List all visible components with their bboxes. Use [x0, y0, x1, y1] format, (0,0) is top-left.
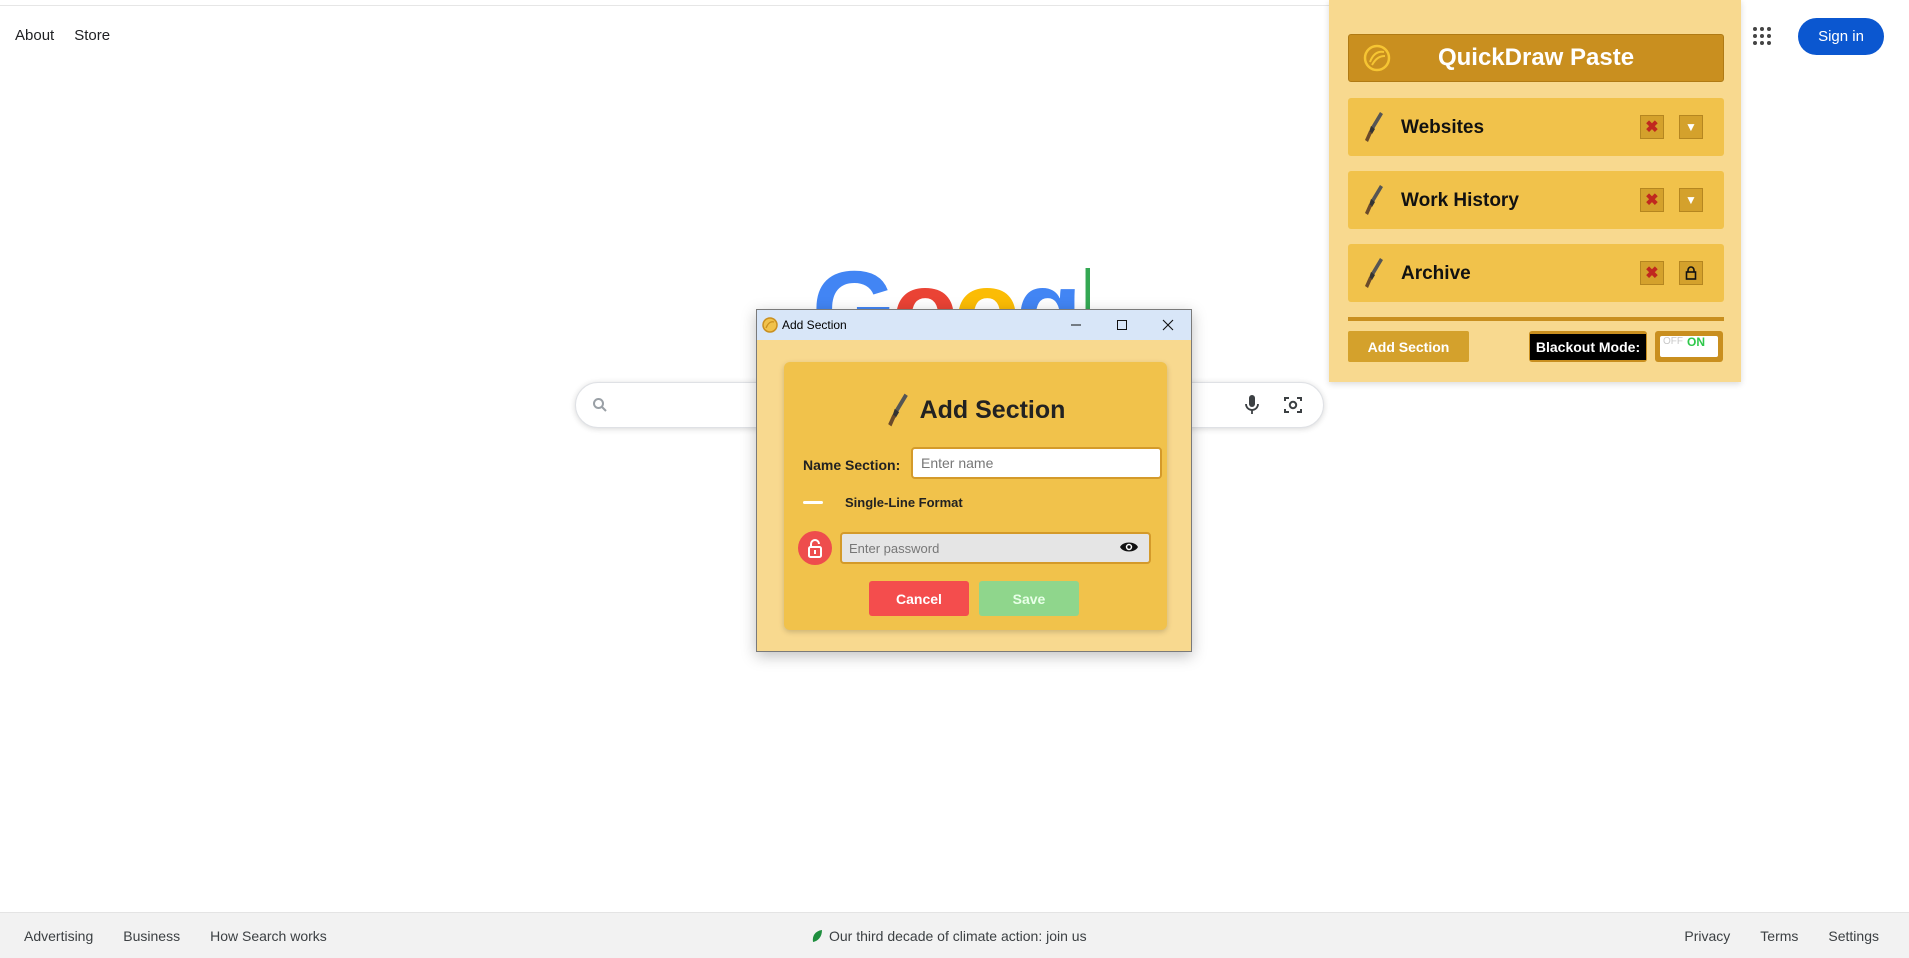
- privacy-link[interactable]: Privacy: [1684, 928, 1730, 944]
- quickdraw-title: QuickDraw Paste: [1437, 44, 1635, 71]
- delete-section-button[interactable]: ✖: [1640, 115, 1664, 139]
- cancel-button[interactable]: Cancel: [869, 581, 969, 616]
- name-section-label: Name Section:: [803, 457, 901, 473]
- maximize-button[interactable]: [1099, 310, 1144, 340]
- password-field[interactable]: [840, 532, 1151, 564]
- section-label: Websites: [1401, 117, 1485, 138]
- close-button[interactable]: [1145, 310, 1190, 340]
- top-divider: [0, 5, 1330, 6]
- eye-icon[interactable]: [1119, 540, 1139, 554]
- password-input[interactable]: [842, 534, 1116, 562]
- quickdraw-header: QuickDraw Paste: [1348, 34, 1724, 82]
- revolver-icon: [1365, 258, 1383, 288]
- dialog-titlebar[interactable]: Add Section: [757, 310, 1191, 340]
- quickdraw-logo-icon: [762, 317, 778, 333]
- terms-link[interactable]: Terms: [1760, 928, 1798, 944]
- section-label: Work History: [1401, 190, 1519, 211]
- lock-icon[interactable]: [1679, 261, 1703, 285]
- toggle-on-label: ON: [1687, 335, 1705, 349]
- revolver-icon: [1365, 112, 1383, 142]
- toggle-off-label: OFF: [1663, 336, 1683, 347]
- save-button[interactable]: Save: [979, 581, 1079, 616]
- camera-search-icon[interactable]: [1283, 395, 1303, 415]
- add-section-dialog: Add Section Add Section Name Section: Si…: [756, 309, 1192, 652]
- blackout-toggle[interactable]: OFF ON: [1655, 331, 1723, 362]
- advertising-link[interactable]: Advertising: [24, 928, 93, 944]
- section-work-history[interactable]: Work History ✖ ▼: [1348, 171, 1724, 229]
- chevron-down-icon[interactable]: ▼: [1679, 115, 1703, 139]
- revolver-icon: [1365, 185, 1383, 215]
- google-logo: Google: [812, 255, 1090, 309]
- apps-grid-icon[interactable]: [1753, 27, 1773, 47]
- search-icon: [593, 398, 607, 412]
- section-label: Archive: [1401, 263, 1471, 284]
- dialog-window-title: Add Section: [782, 318, 847, 332]
- section-archive[interactable]: Archive ✖: [1348, 244, 1724, 302]
- top-nav: About Store: [15, 27, 110, 44]
- minimize-button[interactable]: [1053, 310, 1098, 340]
- leaf-icon: [812, 930, 822, 942]
- about-link[interactable]: About: [15, 27, 54, 44]
- section-websites[interactable]: Websites ✖ ▼: [1348, 98, 1724, 156]
- panel-divider: [1348, 317, 1724, 321]
- settings-link[interactable]: Settings: [1828, 928, 1879, 944]
- single-line-format-label[interactable]: Single-Line Format: [845, 495, 963, 510]
- climate-link[interactable]: Our third decade of climate action: join…: [829, 928, 1087, 944]
- footer: Advertising Business How Search works Ou…: [0, 912, 1909, 958]
- revolver-icon: [887, 393, 908, 427]
- format-toggle-icon[interactable]: [803, 501, 823, 504]
- sign-in-button[interactable]: Sign in: [1798, 18, 1884, 55]
- add-section-button[interactable]: Add Section: [1348, 331, 1469, 362]
- business-link[interactable]: Business: [123, 928, 180, 944]
- blackout-mode-label: Blackout Mode:: [1529, 331, 1647, 362]
- unlock-icon[interactable]: [798, 531, 832, 565]
- microphone-icon[interactable]: [1244, 394, 1260, 416]
- dialog-heading: Add Section: [784, 392, 1167, 428]
- quickdraw-logo-icon: [1363, 44, 1391, 72]
- quickdraw-panel: QuickDraw Paste Websites ✖ ▼ Work Histor…: [1329, 0, 1741, 382]
- delete-section-button[interactable]: ✖: [1640, 261, 1664, 285]
- how-search-works-link[interactable]: How Search works: [210, 928, 327, 944]
- store-link[interactable]: Store: [74, 27, 110, 44]
- delete-section-button[interactable]: ✖: [1640, 188, 1664, 212]
- name-section-input[interactable]: [911, 447, 1162, 479]
- dialog-card: Add Section Name Section: Single-Line Fo…: [784, 362, 1167, 630]
- chevron-down-icon[interactable]: ▼: [1679, 188, 1703, 212]
